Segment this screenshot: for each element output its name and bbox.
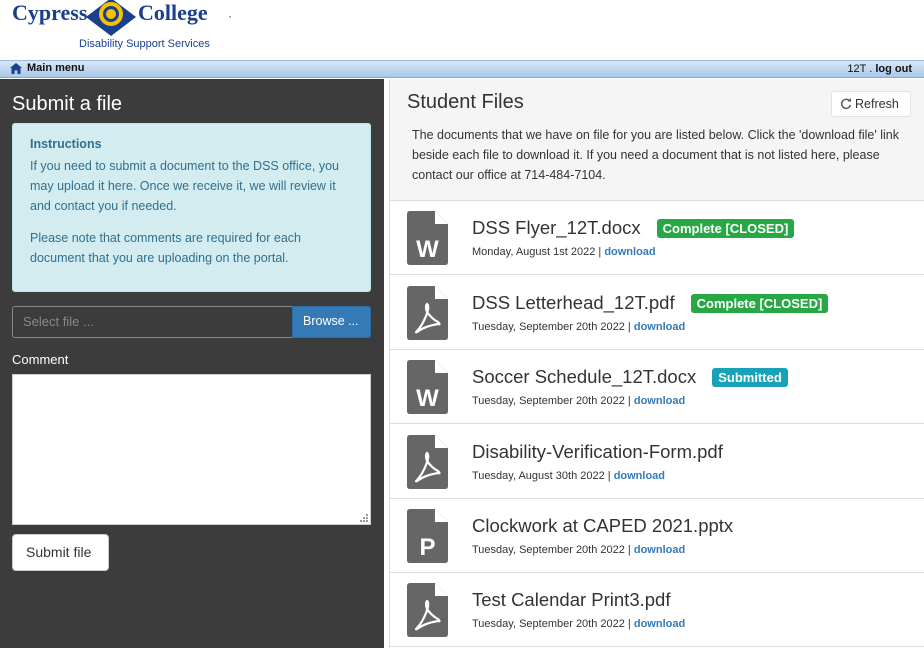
logo-text-right: College bbox=[138, 0, 208, 25]
home-icon bbox=[10, 62, 22, 74]
resize-grip-icon[interactable] bbox=[358, 512, 368, 522]
browse-button[interactable]: Browse ... bbox=[292, 306, 371, 338]
refresh-button[interactable]: Refresh bbox=[831, 91, 911, 117]
instructions-box: Instructions If you need to submit a doc… bbox=[12, 123, 371, 292]
comment-label: Comment bbox=[12, 352, 69, 367]
file-meta: Tuesday, September 20th 2022 | download bbox=[472, 544, 685, 556]
file-name-row: DSS Flyer_12T.docx Complete [CLOSED] bbox=[472, 217, 795, 239]
instructions-text-1: If you need to submit a document to the … bbox=[30, 159, 339, 213]
student-files-title: Student Files bbox=[407, 91, 524, 113]
instructions-title: Instructions bbox=[30, 137, 102, 151]
refresh-icon bbox=[840, 98, 852, 109]
instructions-text-2: Please note that comments are required f… bbox=[30, 231, 301, 265]
file-meta: Monday, August 1st 2022 | download bbox=[472, 246, 656, 258]
word-doc-icon: W bbox=[407, 360, 448, 414]
logo-text-left: Cypress bbox=[12, 0, 88, 25]
file-name-row: Test Calendar Print3.pdf bbox=[472, 589, 670, 611]
logo-emblem-icon bbox=[86, 0, 136, 36]
status-badge: Complete [CLOSED] bbox=[656, 218, 795, 238]
logo-subtitle: Disability Support Services bbox=[79, 38, 210, 50]
pdf-doc-icon bbox=[407, 583, 448, 637]
username: 12T . bbox=[847, 63, 873, 75]
file-name-row: DSS Letterhead_12T.pdf Complete [CLOSED] bbox=[472, 292, 829, 314]
file-name: Clockwork at CAPED 2021.pptx bbox=[472, 515, 734, 536]
file-date: Tuesday, August 30th 2022 | bbox=[472, 470, 611, 482]
file-name: DSS Letterhead_12T.pdf bbox=[472, 292, 675, 313]
file-name: Disability-Verification-Form.pdf bbox=[472, 441, 723, 462]
file-name: Test Calendar Print3.pdf bbox=[472, 589, 671, 610]
cypress-college-logo[interactable]: Cypress College Disability Support Servi… bbox=[10, 0, 232, 56]
download-link[interactable]: download bbox=[614, 470, 665, 482]
pdf-doc-icon bbox=[407, 435, 448, 489]
file-list-item: W Soccer Schedule_12T.docx Submitted Tuesda… bbox=[390, 350, 924, 424]
file-meta: Tuesday, September 20th 2022 | download bbox=[472, 618, 685, 630]
student-files-panel: Student Files Refresh The documents that… bbox=[389, 79, 924, 648]
download-link[interactable]: download bbox=[634, 544, 685, 556]
file-name-row: Clockwork at CAPED 2021.pptx bbox=[472, 515, 733, 537]
file-name-row: Disability-Verification-Form.pdf bbox=[472, 441, 723, 463]
file-list-item: P Clockwork at CAPED 2021.pptx Tuesday, Se… bbox=[390, 499, 924, 573]
student-files-header: Student Files Refresh The documents that… bbox=[390, 79, 924, 201]
file-list-item: Test Calendar Print3.pdf Tuesday, Septemb… bbox=[390, 573, 924, 647]
download-link[interactable]: download bbox=[634, 618, 685, 630]
comment-textarea[interactable] bbox=[12, 374, 371, 525]
svg-text:W: W bbox=[416, 385, 439, 412]
pdf-doc-icon bbox=[407, 286, 448, 340]
powerpoint-doc-icon: P bbox=[407, 509, 448, 563]
status-badge: Complete [CLOSED] bbox=[690, 293, 829, 313]
file-date: Tuesday, September 20th 2022 | bbox=[472, 395, 631, 407]
file-list-item: DSS Letterhead_12T.pdf Complete [CLOSED] T… bbox=[390, 276, 924, 350]
svg-text:P: P bbox=[419, 534, 435, 561]
file-select-input[interactable]: Select file ... bbox=[12, 306, 292, 338]
download-link[interactable]: download bbox=[634, 395, 685, 407]
file-list-item: Disability-Verification-Form.pdf Tuesday,… bbox=[390, 425, 924, 499]
status-badge: Submitted bbox=[712, 367, 788, 387]
submit-file-panel: Submit a file Instructions If you need t… bbox=[0, 79, 384, 648]
file-meta: Tuesday, September 20th 2022 | download bbox=[472, 395, 685, 407]
main-menu-label: Main menu bbox=[27, 62, 85, 74]
file-select-group: Select file ... Browse ... bbox=[12, 306, 371, 338]
file-list-item: W DSS Flyer_12T.docx Complete [CLOSED] Mond… bbox=[390, 201, 924, 275]
user-area: 12T . log out bbox=[847, 63, 912, 75]
logo-dot: · bbox=[228, 9, 232, 23]
site-header: Cypress College Disability Support Servi… bbox=[0, 0, 924, 60]
file-meta: Tuesday, August 30th 2022 | download bbox=[472, 470, 665, 482]
file-date: Tuesday, September 20th 2022 | bbox=[472, 618, 631, 630]
file-date: Monday, August 1st 2022 | bbox=[472, 246, 602, 258]
submit-file-title: Submit a file bbox=[12, 93, 123, 115]
main-menu-link[interactable]: Main menu bbox=[10, 62, 84, 74]
file-name-row: Soccer Schedule_12T.docx Submitted bbox=[472, 366, 788, 388]
file-name: DSS Flyer_12T.docx bbox=[472, 217, 641, 238]
download-link[interactable]: download bbox=[634, 321, 685, 333]
file-date: Tuesday, September 20th 2022 | bbox=[472, 544, 631, 556]
file-name: Soccer Schedule_12T.docx bbox=[472, 366, 697, 387]
refresh-label: Refresh bbox=[855, 97, 899, 111]
file-date: Tuesday, September 20th 2022 | bbox=[472, 321, 631, 333]
download-link[interactable]: download bbox=[604, 246, 655, 258]
submit-file-button[interactable]: Submit file bbox=[12, 534, 109, 571]
svg-text:W: W bbox=[416, 236, 439, 263]
top-nav-bar: Main menu 12T . log out bbox=[0, 60, 924, 78]
logout-link[interactable]: log out bbox=[875, 63, 912, 75]
word-doc-icon: W bbox=[407, 211, 448, 265]
student-files-description: The documents that we have on file for y… bbox=[412, 128, 899, 182]
file-meta: Tuesday, September 20th 2022 | download bbox=[472, 321, 685, 333]
